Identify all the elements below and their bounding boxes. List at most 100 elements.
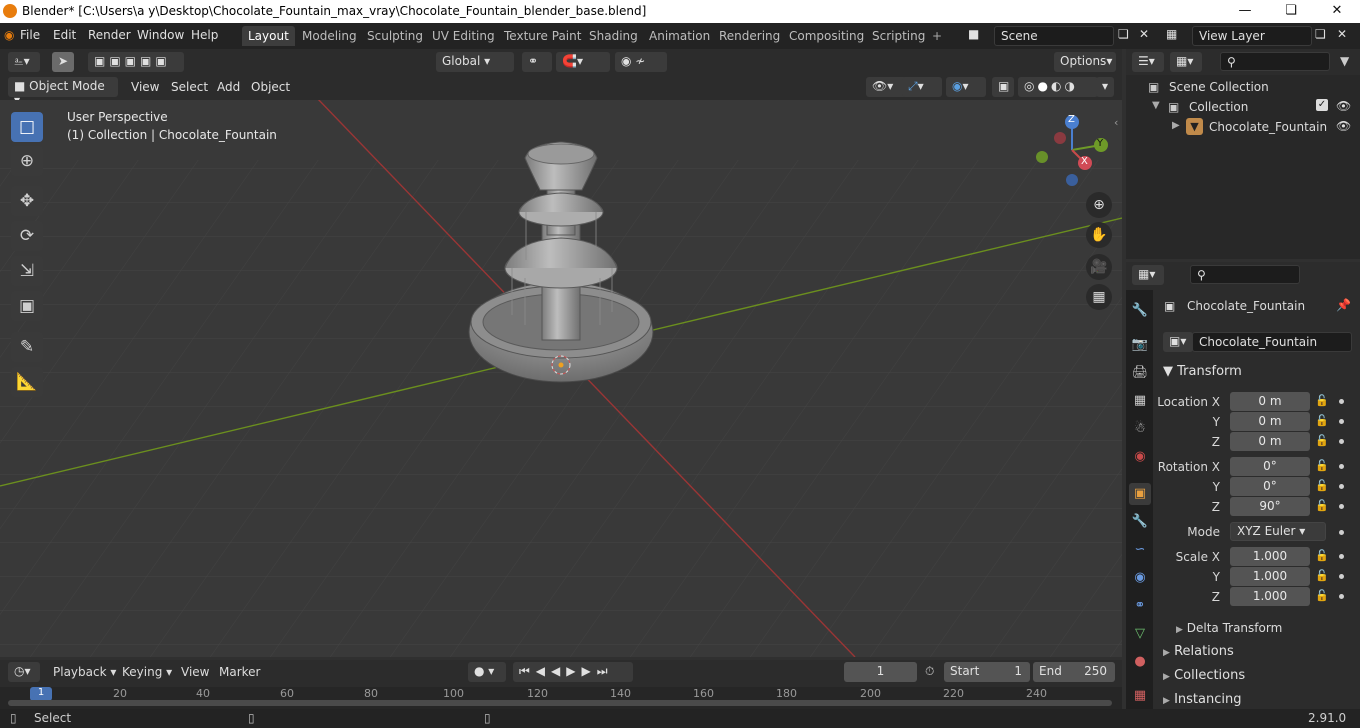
select-tool-icon[interactable]: ➤ (52, 52, 74, 72)
scale-y-field[interactable]: 1.000 (1230, 567, 1310, 586)
xray-toggle-icon[interactable]: ▣ (992, 77, 1014, 97)
object-data-type-icon[interactable]: ▣▾ (1163, 332, 1193, 352)
relations-section[interactable]: ▶ Relations (1163, 644, 1234, 659)
timeline-menu-marker[interactable]: Marker (219, 665, 260, 679)
tab-compositing[interactable]: Compositing (783, 26, 870, 46)
camera-view-icon[interactable]: 🎥 (1086, 254, 1112, 280)
annotate-tool-icon[interactable]: ✎ (11, 332, 43, 362)
view-layer-close-icon[interactable]: ✕ (1337, 27, 1347, 41)
location-z-keyframe-icon[interactable] (1339, 439, 1344, 444)
record-keyframe-icon[interactable]: ● ▾ (468, 662, 506, 682)
modifier-tab-icon[interactable]: 🔧 (1129, 511, 1151, 533)
collection-expand-icon[interactable]: ▼ (1152, 100, 1160, 111)
maximize-icon[interactable]: ❏ (1268, 0, 1314, 23)
tab-texture-paint[interactable]: Texture Paint (498, 26, 587, 46)
timeline-editor-type-icon[interactable]: ◷▾ (8, 662, 40, 682)
measure-tool-icon[interactable]: 📐 (11, 367, 43, 397)
outliner-display-mode-icon[interactable]: ▦▾ (1170, 52, 1202, 72)
data-tab-icon[interactable]: ▽ (1129, 623, 1151, 645)
rotation-x-lock-icon[interactable]: 🔓 (1315, 459, 1329, 473)
location-x-field[interactable]: 0 m (1230, 392, 1310, 411)
playback-controls[interactable]: ⏮◀◀▶▶⏭ (513, 662, 633, 682)
rotate-tool-icon[interactable]: ⟳ (11, 221, 43, 251)
transform-tool-icon[interactable]: ▣ (11, 291, 43, 321)
overlay-toggle-icon[interactable]: ◉▾ (946, 77, 986, 97)
location-z-field[interactable]: 0 m (1230, 432, 1310, 451)
object-name-input[interactable]: Chocolate_Fountain (1192, 332, 1352, 352)
viewport-menu-view[interactable]: View (131, 80, 159, 94)
add-workspace-icon[interactable]: + (926, 26, 948, 46)
menu-render[interactable]: Render (88, 28, 131, 42)
texture-tab-icon[interactable]: ▦ (1129, 685, 1151, 707)
menu-help[interactable]: Help (191, 28, 218, 42)
minimize-icon[interactable]: — (1222, 0, 1268, 23)
rotation-y-lock-icon[interactable]: 🔓 (1315, 479, 1329, 493)
menu-file[interactable]: File (20, 28, 40, 42)
scale-x-lock-icon[interactable]: 🔓 (1315, 549, 1329, 563)
tab-shading[interactable]: Shading (583, 26, 644, 46)
rotation-mode-select[interactable]: XYZ Euler ▾ (1230, 522, 1326, 541)
outliner-scene-collection[interactable]: Scene Collection (1169, 80, 1269, 94)
properties-search-input[interactable]: ⚲ (1190, 265, 1300, 284)
timeline-scrollbar[interactable] (8, 700, 1112, 706)
rotation-z-field[interactable]: 90° (1230, 497, 1310, 516)
tab-animation[interactable]: Animation (643, 26, 716, 46)
output-tab-icon[interactable]: 🖨 (1129, 362, 1151, 384)
tab-sculpting[interactable]: Sculpting (361, 26, 429, 46)
rotation-y-keyframe-icon[interactable] (1339, 484, 1344, 489)
scene-selector[interactable]: Scene (994, 26, 1114, 46)
scene-tab-icon[interactable]: ☃ (1129, 418, 1151, 440)
outliner-collection[interactable]: Collection (1189, 100, 1248, 114)
timeline-menu-keying[interactable]: Keying ▾ (122, 665, 172, 679)
tab-modeling[interactable]: Modeling (296, 26, 363, 46)
instancing-section[interactable]: ▶ Instancing (1163, 692, 1241, 707)
collections-section[interactable]: ▶ Collections (1163, 668, 1245, 683)
menu-window[interactable]: Window (137, 28, 184, 42)
rotation-x-keyframe-icon[interactable] (1339, 464, 1344, 469)
location-y-lock-icon[interactable]: 🔓 (1315, 414, 1329, 428)
object-visibility-icon[interactable]: 👁 (1336, 119, 1351, 133)
start-frame-field[interactable]: Start 1 (944, 662, 1030, 682)
viewport-menu-add[interactable]: Add (217, 80, 240, 94)
material-tab-icon[interactable]: ● (1129, 651, 1151, 673)
menu-edit[interactable]: Edit (53, 28, 76, 42)
rotation-x-field[interactable]: 0° (1230, 457, 1310, 476)
pivot-icon[interactable]: ⚭ (522, 52, 552, 72)
perspective-grid-icon[interactable]: ▦ (1086, 284, 1112, 310)
timeline-menu-playback[interactable]: Playback ▾ (53, 665, 116, 679)
view-layer-selector[interactable]: View Layer (1192, 26, 1312, 46)
blender-menu-icon[interactable]: ◉ (4, 28, 14, 42)
outliner-object-item[interactable]: Chocolate_Fountain (1209, 120, 1327, 134)
outliner-editor-type-icon[interactable]: ☰▾ (1132, 52, 1164, 72)
view-layer-tab-icon[interactable]: ▦ (1129, 390, 1151, 412)
cursor-tool-icon[interactable]: ⊕ (11, 146, 43, 176)
current-frame-field[interactable]: 1 (844, 662, 917, 682)
scale-x-keyframe-icon[interactable] (1339, 554, 1344, 559)
scale-z-lock-icon[interactable]: 🔓 (1315, 589, 1329, 603)
viewport-menu-select[interactable]: Select (171, 80, 208, 94)
scale-tool-icon[interactable]: ⇲ (11, 256, 43, 286)
3d-viewport[interactable]: Z Y X User Perspective (1) Collection | … (0, 100, 1122, 657)
world-tab-icon[interactable]: ◉ (1129, 446, 1151, 468)
object-tab-icon[interactable]: ▣ (1129, 483, 1151, 505)
outliner-filter-icon[interactable]: ▼ (1340, 54, 1349, 68)
object-expand-icon[interactable]: ▶ (1172, 120, 1180, 131)
location-y-keyframe-icon[interactable] (1339, 419, 1344, 424)
proportional-edit-icon[interactable]: ◉ ≁ (615, 52, 667, 72)
tab-scripting[interactable]: Scripting (866, 26, 931, 46)
shading-options-icon[interactable]: ▾ (1096, 77, 1114, 97)
view-layer-copy-icon[interactable]: ❏ (1315, 27, 1326, 41)
scene-copy-icon[interactable]: ❏ (1118, 27, 1129, 41)
editor-type-icon[interactable]: ⎁▾ (8, 52, 40, 72)
location-y-field[interactable]: 0 m (1230, 412, 1310, 431)
transform-orientation-select[interactable]: Global ▾ (436, 52, 514, 72)
scale-z-keyframe-icon[interactable] (1339, 594, 1344, 599)
gizmo-toggle-icon[interactable]: ⤢▾ (902, 77, 942, 97)
select-box-tool-icon[interactable]: □ (11, 112, 43, 142)
close-icon[interactable]: ✕ (1314, 0, 1360, 23)
outliner-search-input[interactable]: ⚲ (1220, 52, 1330, 71)
tab-rendering[interactable]: Rendering (713, 26, 786, 46)
move-tool-icon[interactable]: ✥ (11, 186, 43, 216)
particles-tab-icon[interactable]: ∽ (1129, 539, 1151, 561)
rotation-z-lock-icon[interactable]: 🔓 (1315, 499, 1329, 513)
